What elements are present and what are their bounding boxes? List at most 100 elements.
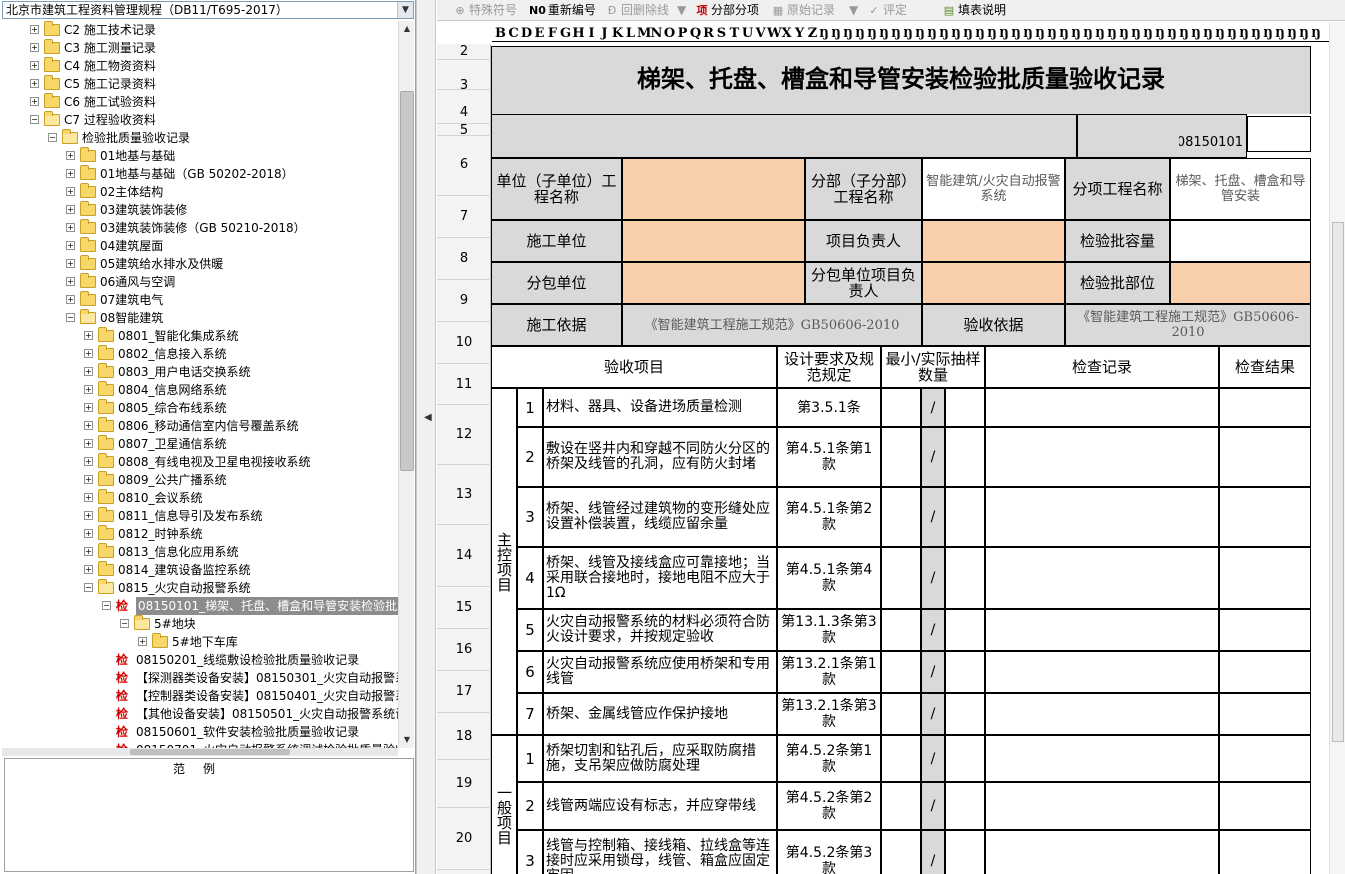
- column-letter[interactable]: S: [715, 25, 728, 41]
- hscroll-thumb[interactable]: [130, 749, 290, 755]
- column-letter[interactable]: P: [676, 25, 689, 41]
- collapse-icon[interactable]: −: [102, 601, 111, 610]
- row-number[interactable]: 19: [437, 760, 491, 808]
- row-number[interactable]: 15: [437, 587, 491, 629]
- expand-icon[interactable]: +: [66, 295, 75, 304]
- row-number[interactable]: 18: [437, 713, 491, 760]
- column-letter[interactable]: Y: [793, 25, 806, 41]
- check-record-input[interactable]: [985, 651, 1219, 693]
- actual-sample-input[interactable]: [945, 782, 985, 830]
- tree-node[interactable]: +0801_智能化集成系统: [2, 327, 398, 345]
- chevron-down-icon[interactable]: ▼: [397, 2, 413, 18]
- min-sample-input[interactable]: [881, 547, 921, 609]
- column-letter[interactable]: F: [546, 25, 559, 41]
- column-letter[interactable]: H: [572, 25, 585, 41]
- column-letter[interactable]: Ŋ: [843, 25, 853, 41]
- sub-pm-input[interactable]: [922, 262, 1065, 304]
- column-letter[interactable]: Ŋ: [1011, 25, 1021, 41]
- column-letter[interactable]: Ŋ: [999, 25, 1009, 41]
- row-number[interactable]: 9: [437, 280, 491, 322]
- check-record-input[interactable]: [985, 782, 1219, 830]
- tree-node[interactable]: 检【探测器类设备安装】08150301_火灾自动报警系: [2, 669, 398, 687]
- actual-sample-input[interactable]: [945, 427, 985, 487]
- tree-node[interactable]: +0812_时钟系统: [2, 525, 398, 543]
- column-letter[interactable]: J: [598, 25, 611, 41]
- actual-sample-input[interactable]: [945, 388, 985, 427]
- column-letter[interactable]: Ŋ: [1215, 25, 1225, 41]
- column-letter[interactable]: Ŋ: [879, 25, 889, 41]
- check-record-input[interactable]: [985, 830, 1219, 874]
- column-letter[interactable]: N: [650, 25, 663, 41]
- row-number[interactable]: 20: [437, 808, 491, 870]
- tree-node[interactable]: +0814_建筑设备监控系统: [2, 561, 398, 579]
- expand-icon[interactable]: +: [66, 259, 75, 268]
- renumber-button[interactable]: N0 重新编号: [529, 1, 596, 19]
- column-letter[interactable]: Ŋ: [1203, 25, 1213, 41]
- sheet-scrollbar[interactable]: [1329, 22, 1345, 874]
- expand-icon[interactable]: +: [84, 331, 93, 340]
- check-result-input[interactable]: [1219, 782, 1311, 830]
- scroll-up-icon[interactable]: ▲: [399, 21, 415, 37]
- tree-node[interactable]: +0808_有线电视及卫星电视接收系统: [2, 453, 398, 471]
- column-letter[interactable]: B: [494, 25, 507, 41]
- expand-icon[interactable]: +: [84, 367, 93, 376]
- tree-node[interactable]: − 检 08150101_梯架、托盘、槽盒和导管安装检验批质: [2, 597, 398, 615]
- tree-node[interactable]: +03建筑装饰装修（GB 50210-2018）: [2, 219, 398, 237]
- expand-icon[interactable]: +: [66, 241, 75, 250]
- tree-node[interactable]: + C6 施工试验资料: [2, 93, 398, 111]
- expand-icon[interactable]: +: [84, 457, 93, 466]
- subcontractor-input[interactable]: [622, 262, 805, 304]
- column-letter[interactable]: Ŋ: [855, 25, 865, 41]
- column-letter[interactable]: X: [780, 25, 793, 41]
- tree-node[interactable]: − C7 过程验收资料: [2, 111, 398, 129]
- check-record-input[interactable]: [985, 547, 1219, 609]
- column-letter[interactable]: K: [611, 25, 624, 41]
- expand-icon[interactable]: +: [66, 277, 75, 286]
- row-number[interactable]: 7: [437, 196, 491, 238]
- column-letter[interactable]: Ŋ: [1107, 25, 1117, 41]
- tree-node[interactable]: +04建筑屋面: [2, 237, 398, 255]
- column-letter[interactable]: Z: [806, 25, 819, 41]
- column-letter[interactable]: Ŋ: [915, 25, 925, 41]
- pm-input[interactable]: [922, 220, 1065, 262]
- tree-node[interactable]: +07建筑电气: [2, 291, 398, 309]
- check-result-input[interactable]: [1219, 547, 1311, 609]
- check-result-input[interactable]: [1219, 651, 1311, 693]
- scroll-thumb[interactable]: [400, 91, 414, 471]
- row-number[interactable]: 6: [437, 134, 491, 196]
- unit-name-input[interactable]: [622, 158, 805, 220]
- column-letter[interactable]: Ŋ: [1299, 25, 1309, 41]
- fill-guide-button[interactable]: ▤ 填表说明: [942, 1, 1006, 19]
- check-result-input[interactable]: [1219, 735, 1311, 782]
- expand-icon[interactable]: +: [66, 205, 75, 214]
- column-letter[interactable]: Q: [689, 25, 702, 41]
- actual-sample-input[interactable]: [945, 693, 985, 735]
- column-letter[interactable]: Ŋ: [1143, 25, 1153, 41]
- tree-node[interactable]: 检 08150701_火灾自动报警系统调试检验批质量验收: [2, 741, 398, 748]
- column-letter[interactable]: Ŋ: [1035, 25, 1045, 41]
- actual-sample-input[interactable]: [945, 830, 985, 874]
- column-letter[interactable]: Ŋ: [1119, 25, 1129, 41]
- tree-node[interactable]: 检 08150601_软件安装检验批质量验收记录: [2, 723, 398, 741]
- scroll-down-icon[interactable]: ▼: [399, 732, 415, 748]
- actual-sample-input[interactable]: [945, 609, 985, 651]
- tree-node[interactable]: +0806_移动通信室内信号覆盖系统: [2, 417, 398, 435]
- column-letter[interactable]: Ŋ: [1167, 25, 1177, 41]
- column-letter[interactable]: Ŋ: [867, 25, 877, 41]
- check-result-input[interactable]: [1219, 487, 1311, 547]
- expand-icon[interactable]: +: [138, 637, 147, 646]
- project-combo[interactable]: 北京市建筑工程资料管理规程（DB11/T695-2017） ▼: [2, 1, 414, 19]
- min-sample-input[interactable]: [881, 388, 921, 427]
- column-letter[interactable]: Ŋ: [951, 25, 961, 41]
- column-letter[interactable]: T: [728, 25, 741, 41]
- row-number[interactable]: 11: [437, 364, 491, 405]
- min-sample-input[interactable]: [881, 735, 921, 782]
- collapse-arrow-icon[interactable]: ◀: [424, 412, 432, 423]
- column-letter[interactable]: Ŋ: [1131, 25, 1141, 41]
- check-record-input[interactable]: [985, 735, 1219, 782]
- column-letter[interactable]: Ŋ: [1191, 25, 1201, 41]
- tree-node[interactable]: − 检验批质量验收记录: [2, 129, 398, 147]
- tree-node[interactable]: +0803_用户电话交换系统: [2, 363, 398, 381]
- actual-sample-input[interactable]: [945, 487, 985, 547]
- column-letter[interactable]: G: [559, 25, 572, 41]
